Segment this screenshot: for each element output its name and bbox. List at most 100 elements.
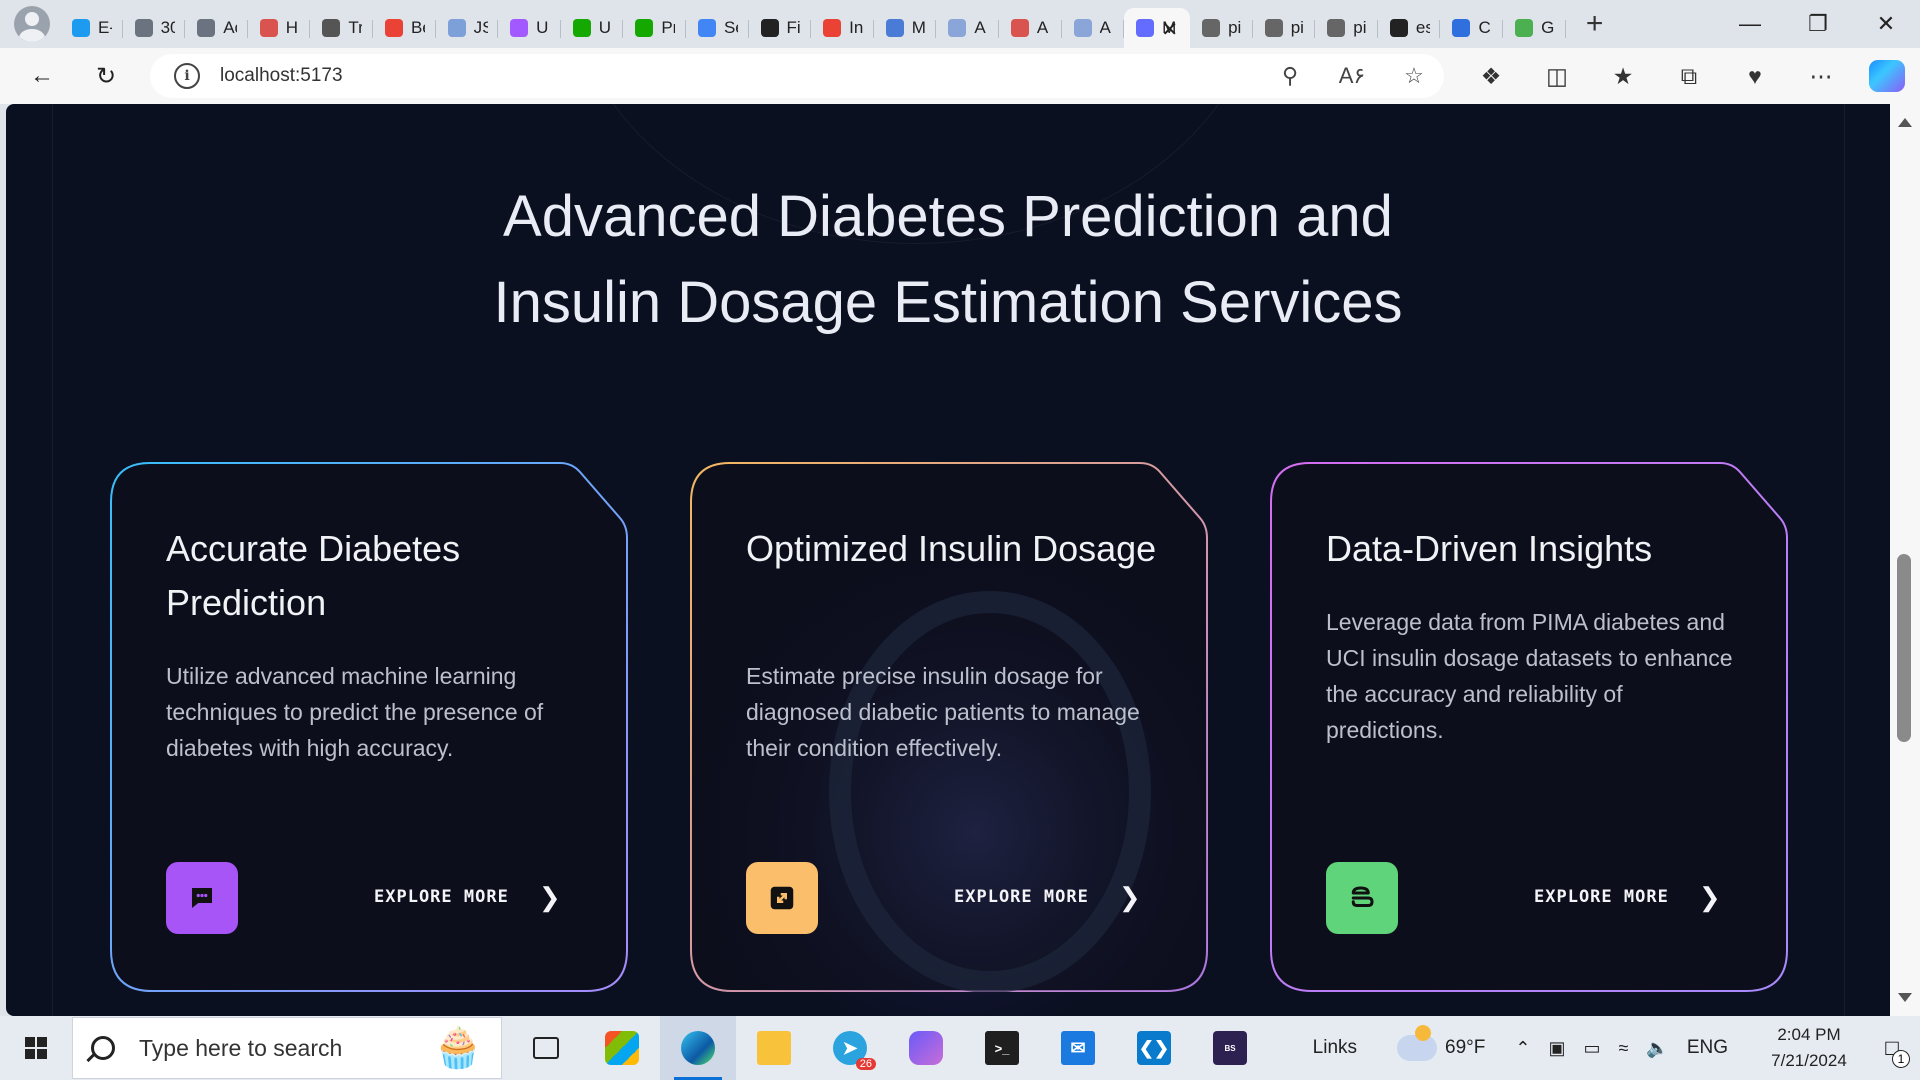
- tab-title: C: [1478, 18, 1491, 37]
- restore-button[interactable]: ❐: [1784, 0, 1852, 48]
- vscode-icon[interactable]: ❮❯: [1116, 1016, 1192, 1080]
- explore-more-link[interactable]: EXPLORE MORE ❯: [954, 884, 1141, 910]
- notification-count: 1: [1892, 1050, 1910, 1068]
- key-icon[interactable]: ⚲: [1274, 63, 1306, 89]
- telegram-icon[interactable]: ➤ 26: [812, 1016, 888, 1080]
- scroll-up-arrow-icon[interactable]: [1898, 118, 1912, 127]
- browser-tab[interactable]: Se: [686, 8, 749, 48]
- heading-line-2: Insulin Dosage Estimation Services: [493, 270, 1403, 335]
- tab-title: Be: [410, 18, 425, 37]
- browser-tab[interactable]: 30: [123, 8, 186, 48]
- system-clock[interactable]: 2:04 PM 7/21/2024: [1754, 1022, 1864, 1074]
- file-explorer-icon[interactable]: [736, 1016, 812, 1080]
- tab-title: A: [1099, 18, 1111, 37]
- browser-tab[interactable]: pi: [1190, 8, 1253, 48]
- browser-tab[interactable]: Pr: [623, 8, 686, 48]
- browser-tab[interactable]: H: [248, 8, 311, 48]
- service-card-insights[interactable]: Data-Driven Insights Leverage data from …: [1270, 462, 1788, 992]
- url-text[interactable]: localhost:5173: [220, 65, 343, 87]
- tab-title: pi: [1353, 18, 1367, 37]
- file-icon: [1327, 19, 1346, 37]
- file-icon: [1264, 19, 1283, 37]
- close-window-button[interactable]: ✕: [1852, 0, 1920, 48]
- taskbar-search-box[interactable]: Type here to search 🧁: [72, 1017, 502, 1079]
- window-controls: — ❐ ✕: [1716, 0, 1920, 48]
- browser-tab[interactable]: Tr: [310, 8, 373, 48]
- notification-center-icon[interactable]: □ 1: [1864, 1016, 1920, 1080]
- mail-icon[interactable]: ✉: [1040, 1016, 1116, 1080]
- tab-title: E-: [98, 18, 112, 37]
- refresh-icon[interactable]: ↻: [84, 54, 128, 98]
- meet-now-icon[interactable]: ▣: [1548, 1038, 1565, 1059]
- terminal-icon[interactable]: >_: [964, 1016, 1040, 1080]
- browser-tab[interactable]: A: [936, 8, 999, 48]
- language-indicator[interactable]: ENG: [1687, 1037, 1728, 1059]
- browser-tab[interactable]: es: [1378, 8, 1441, 48]
- browser-tab[interactable]: pi: [1253, 8, 1316, 48]
- microsoft-store-icon[interactable]: [584, 1016, 660, 1080]
- tab-list: E- 30 Ac H Tr Be JS U U Pr Se Fi In M A A A M✕ pi pi pi es C G: [60, 0, 1566, 48]
- browser-tab[interactable]: Fi: [749, 8, 812, 48]
- split-screen-icon[interactable]: ◫: [1524, 48, 1590, 104]
- document-icon: [447, 19, 466, 37]
- browser-tab[interactable]: G: [1503, 8, 1566, 48]
- profile-avatar-icon[interactable]: [14, 6, 50, 42]
- service-card-insulin[interactable]: Optimized Insulin Dosage Estimate precis…: [690, 462, 1208, 992]
- minimize-button[interactable]: —: [1716, 0, 1784, 48]
- chevron-right-icon: ❯: [1118, 882, 1141, 912]
- scroll-down-arrow-icon[interactable]: [1898, 993, 1912, 1002]
- browser-essentials-icon[interactable]: ♥: [1722, 48, 1788, 104]
- browser-tab[interactable]: U: [561, 8, 624, 48]
- tab-title: A: [1036, 18, 1049, 37]
- favorite-star-icon[interactable]: ☆: [1398, 63, 1430, 89]
- browser-tab[interactable]: U: [498, 8, 561, 48]
- browser-tab[interactable]: pi: [1315, 8, 1378, 48]
- browser-tab[interactable]: JS: [436, 8, 499, 48]
- start-button[interactable]: [0, 1016, 72, 1080]
- browser-tab[interactable]: Ac: [185, 8, 248, 48]
- docs-icon: [1073, 19, 1092, 37]
- chevron-up-icon[interactable]: ⌃: [1515, 1038, 1530, 1059]
- read-aloud-icon[interactable]: A۶: [1336, 63, 1368, 89]
- loader-icon: [134, 19, 153, 37]
- back-arrow-icon[interactable]: ←: [20, 54, 64, 98]
- browser-tab[interactable]: C: [1440, 8, 1503, 48]
- bubble-shooter-icon[interactable]: BS: [1192, 1016, 1268, 1080]
- browser-tab[interactable]: Be: [373, 8, 436, 48]
- favorites-icon[interactable]: ★: [1590, 48, 1656, 104]
- active-tab[interactable]: M ✕: [1124, 8, 1191, 48]
- more-options-icon[interactable]: ⋯: [1788, 48, 1854, 104]
- browser-tab[interactable]: In: [811, 8, 874, 48]
- explore-more-link[interactable]: EXPLORE MORE ❯: [1534, 884, 1721, 910]
- battery-icon[interactable]: ▭: [1583, 1038, 1600, 1059]
- close-tab-icon[interactable]: ✕: [1161, 17, 1178, 42]
- page-scrollbar[interactable]: [1890, 104, 1920, 1016]
- hexagon-app-icon[interactable]: [888, 1016, 964, 1080]
- gmail-icon: [384, 19, 403, 37]
- browser-actions: ❖ ◫ ★ ⧉ ♥ ⋯: [1458, 48, 1920, 104]
- browser-tab[interactable]: A: [1062, 8, 1125, 48]
- browser-tab[interactable]: A: [999, 8, 1062, 48]
- site-info-icon[interactable]: i: [174, 63, 200, 89]
- chatgpt-icon: [760, 19, 779, 37]
- edge-browser-icon[interactable]: [660, 1016, 736, 1080]
- wifi-icon[interactable]: ≈: [1619, 1038, 1629, 1059]
- explore-more-link[interactable]: EXPLORE MORE ❯: [374, 884, 561, 910]
- tab-title: es: [1415, 18, 1430, 37]
- scrollbar-thumb[interactable]: [1897, 554, 1911, 742]
- address-bar[interactable]: i localhost:5173 ⚲ A۶ ☆: [150, 54, 1444, 98]
- tab-title: In: [849, 18, 864, 37]
- task-view-icon[interactable]: [508, 1016, 584, 1080]
- browser-tab[interactable]: M: [874, 8, 937, 48]
- browser-tab[interactable]: E-: [60, 8, 123, 48]
- new-tab-button[interactable]: +: [1572, 1, 1618, 47]
- clock-date: 7/21/2024: [1771, 1051, 1847, 1070]
- links-toolbar[interactable]: Links: [1313, 1037, 1357, 1059]
- volume-icon[interactable]: 🔈: [1646, 1038, 1668, 1059]
- weather-widget[interactable]: 69°F: [1397, 1025, 1485, 1061]
- tab-title: U: [598, 18, 612, 37]
- extensions-icon[interactable]: ❖: [1458, 48, 1524, 104]
- copilot-icon[interactable]: [1854, 48, 1920, 104]
- collections-icon[interactable]: ⧉: [1656, 48, 1722, 104]
- service-card-prediction[interactable]: Accurate Diabetes Prediction Utilize adv…: [110, 462, 628, 992]
